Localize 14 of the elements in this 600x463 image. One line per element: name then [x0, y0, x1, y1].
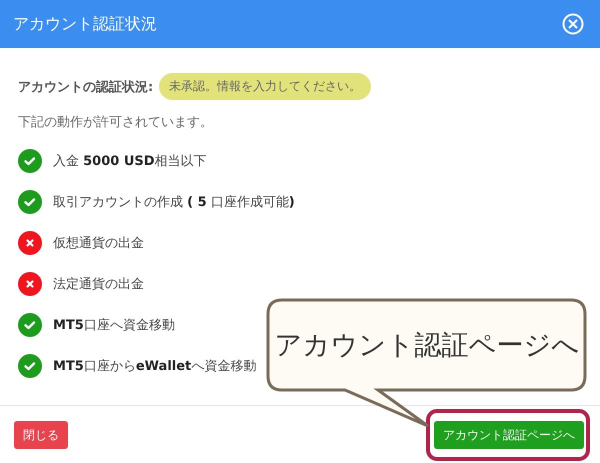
close-icon[interactable] — [562, 13, 584, 35]
permission-text: 仮想通貨の出金 — [53, 235, 144, 252]
status-label: アカウントの認証状況: — [18, 78, 154, 96]
permission-text: MT5口座へ資金移動 — [53, 317, 175, 334]
permission-text: 入金 5000 USD相当以下 — [53, 153, 207, 170]
window-title: アカウント認証状況 — [13, 14, 157, 34]
permission-text: MT5口座からeWalletへ資金移動 — [53, 358, 256, 375]
close-button[interactable]: 閉じる — [14, 421, 68, 449]
callout-text: アカウント認証ページへ — [274, 329, 580, 363]
permission-text: 取引アカウントの作成 ( 5 口座作成可能) — [53, 194, 295, 211]
verify-page-button[interactable]: アカウント認証ページへ — [434, 421, 584, 449]
permission-text: 法定通貨の出金 — [53, 276, 144, 293]
status-badge: 未承認。情報を入力してください。 — [159, 73, 372, 100]
description-text: 下記の動作が許可されています。 — [18, 114, 214, 131]
